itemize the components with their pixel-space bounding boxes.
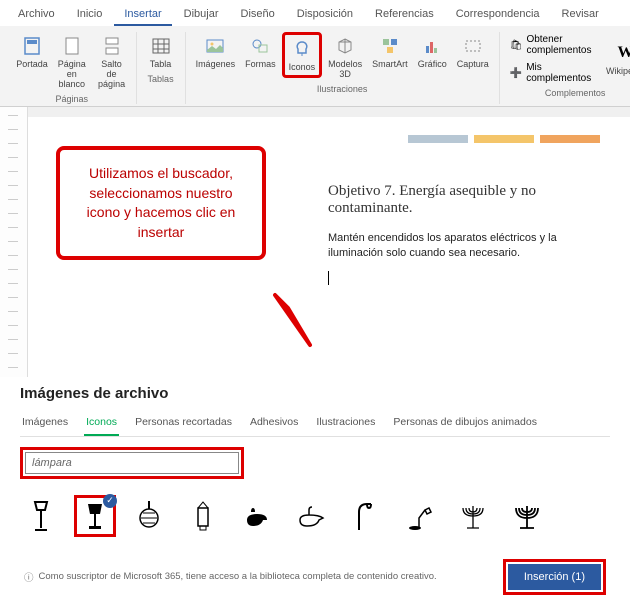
icon-result-genie-lamp[interactable]: [290, 495, 332, 537]
search-input[interactable]: [25, 452, 239, 474]
ribbon-tabs: Archivo Inicio Insertar Dibujar Diseño D…: [0, 0, 630, 26]
btn-mis-complementos[interactable]: ➕ Mis complementos: [506, 60, 605, 86]
document-heading: Objetivo 7. Energía asequible y no conta…: [328, 183, 600, 217]
icon-result-table-lamp[interactable]: ✓: [74, 495, 116, 537]
group-tablas: Tabla Tablas: [137, 32, 186, 104]
insert-button[interactable]: Inserción (1): [508, 564, 601, 590]
screenshot-icon: [461, 34, 485, 58]
group-label-ilustraciones: Ilustraciones: [317, 84, 368, 94]
btn-smartart[interactable]: SmartArt: [368, 32, 412, 72]
btn-formas[interactable]: Formas: [241, 32, 280, 72]
btn-imagenes[interactable]: Imágenes: [192, 32, 240, 72]
info-icon: ⓘ: [24, 570, 34, 584]
footer-info: ⓘ Como suscriptor de Microsoft 365, tien…: [24, 570, 437, 584]
btn-grafico[interactable]: Gráfico: [414, 32, 451, 72]
btn-iconos[interactable]: Iconos: [282, 32, 323, 78]
btn-obtener-complementos[interactable]: 🛍 Obtener complementos: [506, 32, 605, 58]
smartart-icon: [378, 34, 402, 58]
page-break-icon: [100, 34, 124, 58]
panel-tab-imagenes[interactable]: Imágenes: [20, 412, 70, 436]
group-label-tablas: Tablas: [148, 74, 174, 84]
store-icon: 🛍: [510, 40, 523, 51]
tab-insertar[interactable]: Insertar: [114, 4, 171, 26]
ribbon: Portada Página en blanco Salto de página…: [0, 26, 630, 107]
search-highlight: [20, 447, 244, 479]
wikipedia-icon: W: [614, 41, 630, 65]
tab-revisar[interactable]: Revisar: [552, 4, 609, 26]
pictures-icon: [203, 34, 227, 58]
check-icon: ✓: [103, 494, 117, 508]
icon-result-desk-lamp[interactable]: [398, 495, 440, 537]
decor-bars: [328, 135, 600, 143]
group-label-paginas: Páginas: [56, 94, 89, 104]
panel-footer: ⓘ Como suscriptor de Microsoft 365, tien…: [20, 549, 610, 605]
shapes-icon: [248, 34, 272, 58]
tab-archivo[interactable]: Archivo: [8, 4, 65, 26]
chart-icon: [420, 34, 444, 58]
icon-results: ✓: [20, 489, 610, 549]
blank-page-icon: [60, 34, 84, 58]
table-icon: [149, 34, 173, 58]
icon-result-menorah-2[interactable]: [506, 495, 548, 537]
models3d-icon: [333, 34, 357, 58]
btn-wikipedia[interactable]: W Wikipedia: [607, 39, 630, 79]
decor-bar-3: [540, 135, 600, 143]
btn-modelos3d[interactable]: Modelos 3D: [324, 32, 366, 82]
text-cursor: [328, 271, 329, 285]
vertical-ruler[interactable]: [0, 107, 28, 377]
addins-icon: ➕: [510, 68, 522, 79]
btn-portada[interactable]: Portada: [14, 32, 50, 72]
icon-result-menorah-1[interactable]: [452, 495, 494, 537]
tab-correspondencia[interactable]: Correspondencia: [446, 4, 550, 26]
group-complementos: 🛍 Obtener complementos ➕ Mis complemento…: [500, 32, 630, 104]
insert-highlight: Inserción (1): [503, 559, 606, 595]
btn-captura[interactable]: Captura: [453, 32, 493, 72]
decor-bar-2: [474, 135, 534, 143]
panel-tab-adhesivos[interactable]: Adhesivos: [248, 412, 300, 436]
btn-pagina-blanco[interactable]: Página en blanco: [52, 32, 92, 92]
panel-tab-ilustraciones[interactable]: Ilustraciones: [314, 412, 377, 436]
decor-bar-1: [408, 135, 468, 143]
stock-images-panel: Imágenes de archivo Imágenes Iconos Pers…: [0, 377, 630, 605]
icon-result-ceiling-lamp[interactable]: [128, 495, 170, 537]
tab-disposicion[interactable]: Disposición: [287, 4, 363, 26]
document-body: Mantén encendidos los aparatos eléctrico…: [328, 231, 600, 262]
icon-result-floor-lamp[interactable]: [20, 495, 62, 537]
panel-tab-personas-dibujos[interactable]: Personas de dibujos animados: [391, 412, 539, 436]
icon-result-oil-lamp[interactable]: [236, 495, 278, 537]
icon-result-street-lamp[interactable]: [344, 495, 386, 537]
group-paginas: Portada Página en blanco Salto de página…: [8, 32, 137, 104]
group-ilustraciones: Imágenes Formas Iconos Modelos 3D SmartA…: [186, 32, 500, 104]
tab-dibujar[interactable]: Dibujar: [174, 4, 229, 26]
tab-inicio[interactable]: Inicio: [67, 4, 113, 26]
btn-tabla[interactable]: Tabla: [143, 32, 179, 72]
tab-referencias[interactable]: Referencias: [365, 4, 444, 26]
panel-tab-personas-recortadas[interactable]: Personas recortadas: [133, 412, 234, 436]
panel-tabs: Imágenes Iconos Personas recortadas Adhe…: [20, 412, 610, 437]
btn-salto-pagina[interactable]: Salto de página: [94, 32, 130, 92]
panel-tab-iconos[interactable]: Iconos: [84, 412, 119, 436]
callout-text: Utilizamos el buscador, seleccionamos nu…: [72, 164, 250, 242]
icons-icon: [290, 37, 314, 61]
panel-title: Imágenes de archivo: [20, 385, 610, 402]
group-label-complementos: Complementos: [545, 88, 606, 98]
annotation-callout: Utilizamos el buscador, seleccionamos nu…: [56, 146, 266, 260]
cover-page-icon: [20, 34, 44, 58]
tab-diseno[interactable]: Diseño: [231, 4, 285, 26]
icon-result-lantern[interactable]: [182, 495, 224, 537]
